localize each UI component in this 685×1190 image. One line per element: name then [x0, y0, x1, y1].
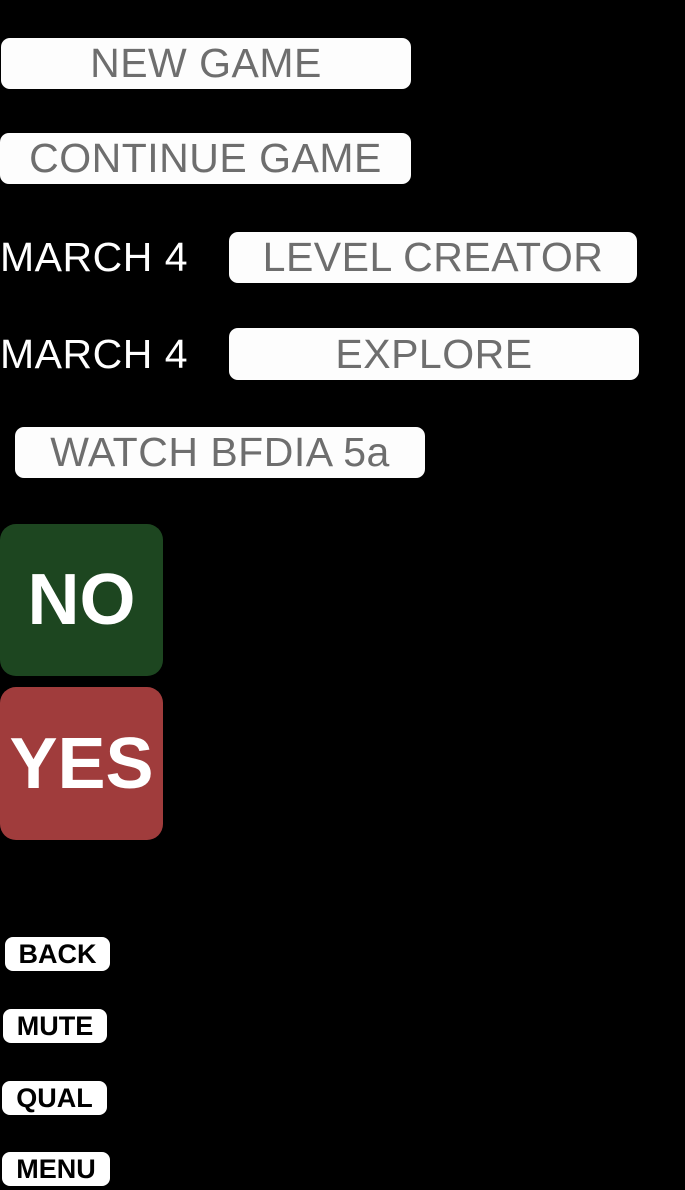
game-menu-screen: NEW GAME CONTINUE GAME MARCH 4 LEVEL CRE… [0, 0, 685, 1190]
continue-game-button[interactable]: CONTINUE GAME [0, 133, 411, 184]
mute-button[interactable]: MUTE [3, 1009, 107, 1043]
yes-button[interactable]: YES [0, 687, 163, 840]
menu-button[interactable]: MENU [2, 1152, 110, 1186]
new-game-button[interactable]: NEW GAME [1, 38, 411, 89]
back-button[interactable]: BACK [5, 937, 110, 971]
no-button[interactable]: NO [0, 524, 163, 676]
level-creator-date-label: MARCH 4 [0, 234, 189, 280]
level-creator-button[interactable]: LEVEL CREATOR [229, 232, 637, 283]
quality-button[interactable]: QUAL [2, 1081, 107, 1115]
watch-bfdia-button[interactable]: WATCH BFDIA 5a [15, 427, 425, 478]
explore-button[interactable]: EXPLORE [229, 328, 639, 380]
explore-date-label: MARCH 4 [0, 330, 189, 377]
